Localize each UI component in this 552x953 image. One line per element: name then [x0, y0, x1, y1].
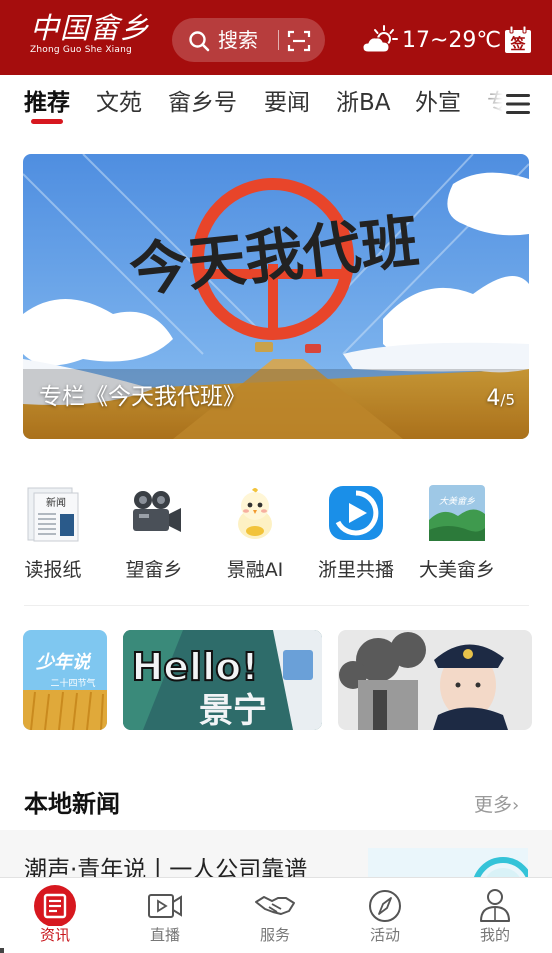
signin-button[interactable]: 签: [503, 25, 533, 55]
search-placeholder: 搜索: [218, 28, 258, 52]
newspaper-icon: 新闻: [27, 487, 79, 542]
tab-recommend[interactable]: 推荐: [24, 89, 70, 117]
nav-label: 资讯: [39, 926, 70, 944]
promo-image: Hello! 景宁: [123, 630, 322, 730]
nav-activities[interactable]: 活动: [330, 878, 440, 953]
banner-caption: 专栏《今天我代班》: [39, 384, 246, 410]
app-logo[interactable]: 中国畲乡 Zhong Guo She Xiang: [30, 11, 151, 68]
nav-news[interactable]: 资讯: [0, 878, 110, 953]
partly-cloudy-icon: [362, 25, 398, 53]
promo-subtext: 二十四节气: [50, 677, 95, 689]
promo-hello-jingning[interactable]: Hello! 景宁: [123, 630, 322, 730]
weather-widget[interactable]: 17~29℃: [362, 24, 501, 58]
shortcut-zheli-gongbo[interactable]: 浙里共播: [306, 478, 406, 588]
tab-zheba[interactable]: 浙BA: [336, 89, 391, 117]
active-tab-indicator: [31, 119, 63, 124]
nav-label: 直播: [149, 926, 180, 944]
tab-wenyuan[interactable]: 文苑: [96, 89, 142, 117]
chevron-right-icon: ›: [512, 795, 520, 816]
shortcut-label: 读报纸: [24, 559, 82, 581]
logo-title: 中国畲乡: [30, 11, 151, 45]
bottom-navigation: 资讯 直播 服务 活动 我的: [0, 877, 552, 953]
shortcut-jingrong-ai[interactable]: 景融AI: [205, 478, 305, 588]
temperature-text: 17~29℃: [402, 28, 502, 53]
shortcut-label: 景融AI: [226, 559, 284, 581]
search-divider: [278, 30, 279, 50]
handshake-icon: [255, 896, 295, 915]
user-icon: [480, 889, 510, 922]
shortcut-watch-shexiang[interactable]: 望畲乡: [104, 478, 204, 588]
compass-icon: [369, 890, 401, 922]
signin-label: 签: [509, 35, 526, 53]
banner-page-current: 4: [486, 386, 501, 411]
banner-carousel[interactable]: 今天我代班 专栏《今天我代班》 4/5: [23, 154, 529, 439]
landscape-icon: 大美畲乡: [429, 485, 485, 541]
search-bar[interactable]: 搜索: [172, 18, 325, 62]
shortcut-grid: 新闻 读报纸 望畲乡 景融AI 浙里共播 大美畲乡 大美畲乡: [0, 478, 552, 588]
top-header: 中国畲乡 Zhong Guo She Xiang 搜索 17~29℃ 签: [0, 0, 552, 75]
logo-subtitle: Zhong Guo She Xiang: [30, 45, 132, 55]
promo-text: 少年说: [36, 652, 92, 673]
banner-page-total: /5: [500, 391, 515, 409]
live-video-icon: [148, 894, 182, 918]
shortcut-label: 大美畲乡: [418, 559, 495, 581]
newspaper-icon-text: 新闻: [46, 496, 66, 509]
system-edge-indicator: [0, 948, 4, 953]
shortcut-beautiful-shexiang[interactable]: 大美畲乡 大美畲乡: [407, 478, 507, 588]
promo-text: Hello!: [131, 645, 258, 689]
promo-subtext: 景宁: [199, 691, 267, 730]
nav-services[interactable]: 服务: [220, 878, 330, 953]
banner-page-indicator: 4/5: [486, 386, 515, 411]
news-icon: [34, 885, 76, 926]
promo-police-officer[interactable]: [338, 630, 532, 730]
video-camera-icon: [133, 491, 181, 532]
more-label: 更多: [474, 794, 513, 816]
tab-shexiang-hao[interactable]: 畲乡号: [168, 89, 237, 117]
nav-label: 活动: [369, 926, 400, 944]
app-screen: 中国畲乡 Zhong Guo She Xiang 搜索 17~29℃ 签 推荐 …: [0, 0, 552, 953]
search-icon: [189, 31, 210, 52]
promo-image: [338, 630, 532, 730]
tab-waixuan[interactable]: 外宣: [415, 89, 461, 117]
landscape-icon-text: 大美畲乡: [439, 496, 475, 507]
promo-youth-solar-terms[interactable]: 少年说 二十四节气: [23, 630, 107, 730]
promo-image: 少年说 二十四节气: [23, 630, 107, 730]
local-news-more-link[interactable]: 更多›: [474, 793, 519, 818]
menu-icon[interactable]: [506, 93, 530, 115]
calendar-signin-icon: 签: [505, 25, 531, 53]
nav-profile[interactable]: 我的: [440, 878, 550, 953]
nav-label: 服务: [259, 926, 290, 944]
play-logo-icon: [329, 486, 383, 540]
section-divider: [24, 605, 529, 606]
shortcut-label: 浙里共播: [317, 559, 394, 581]
chick-mascot-icon: [238, 488, 272, 539]
shortcut-read-newspaper[interactable]: 新闻 读报纸: [3, 478, 103, 588]
local-news-title: 本地新闻: [24, 790, 120, 818]
nav-label: 我的: [479, 926, 510, 944]
nav-live[interactable]: 直播: [110, 878, 220, 953]
shortcut-label: 望畲乡: [125, 559, 183, 581]
scan-icon[interactable]: [287, 29, 311, 53]
channel-tabs: 推荐 文苑 畲乡号 要闻 浙BA 外宣 专: [0, 75, 552, 135]
tab-yaowen[interactable]: 要闻: [264, 89, 310, 117]
